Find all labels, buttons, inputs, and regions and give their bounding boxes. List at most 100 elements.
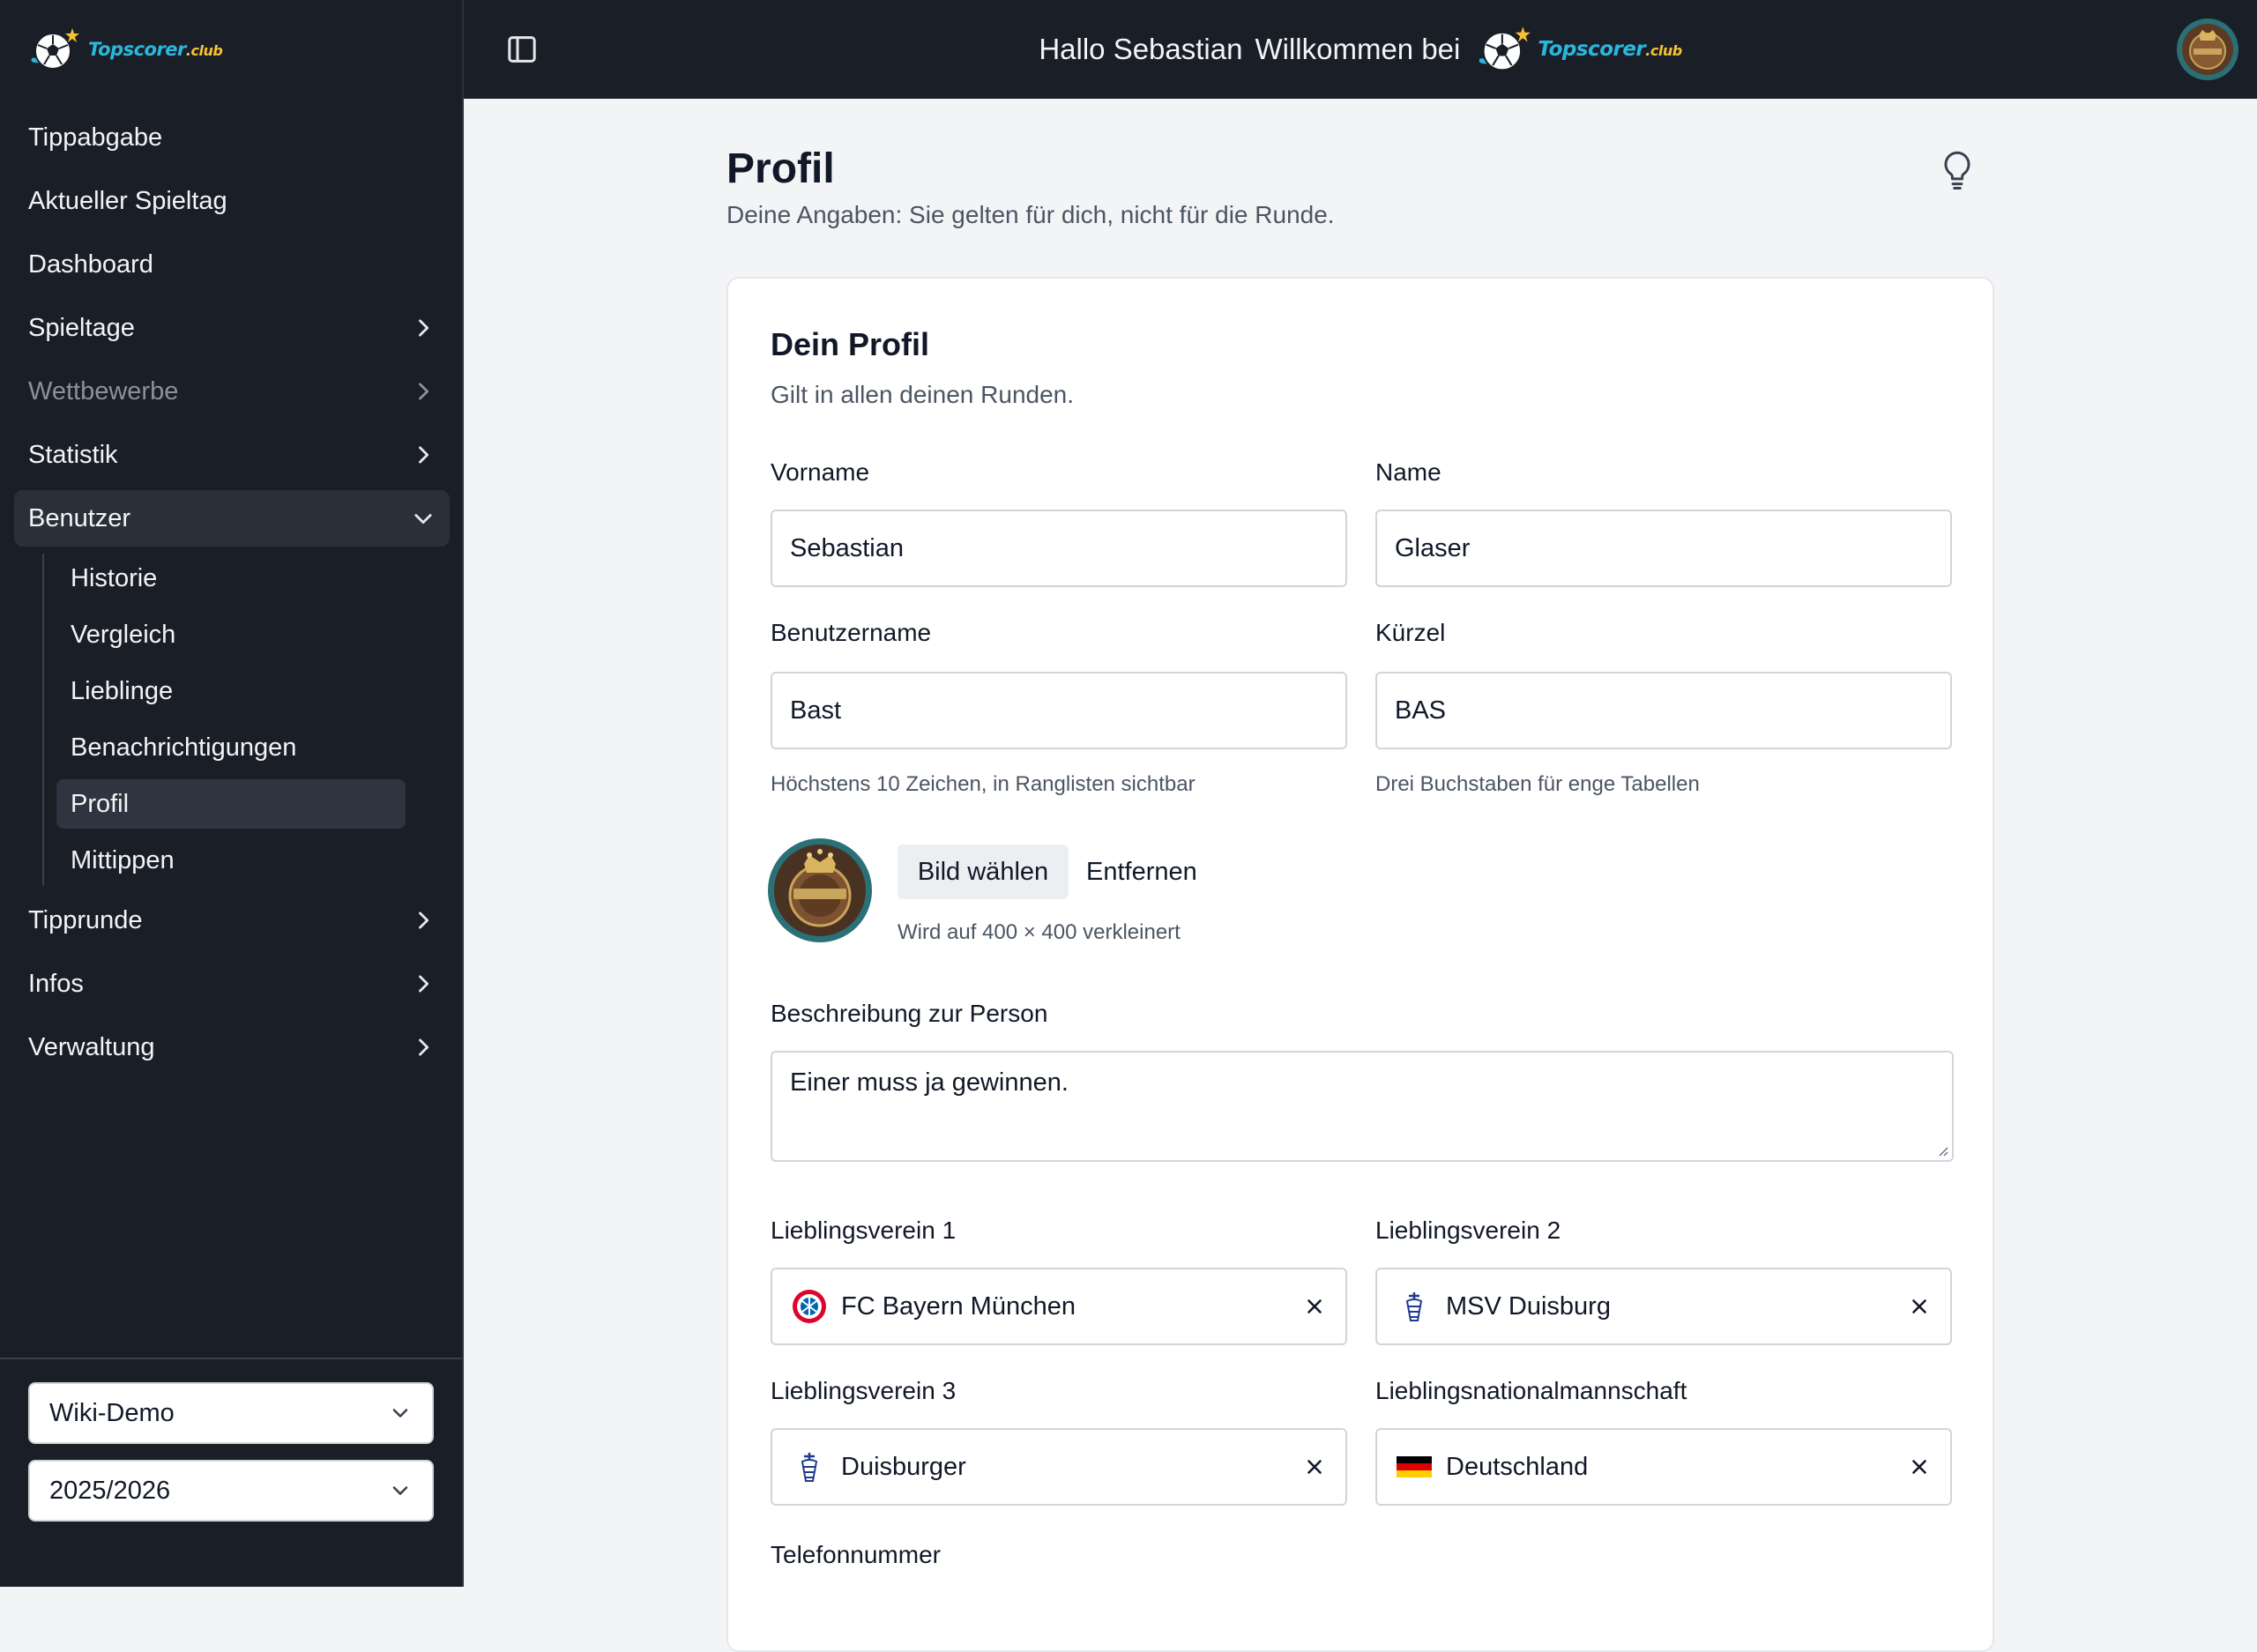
lastname-input[interactable]: Glaser (1375, 510, 1952, 587)
sidebar-item-benutzer[interactable]: Benutzer (14, 490, 450, 547)
sidebar-item-verwaltung[interactable]: Verwaltung (14, 1019, 450, 1075)
sidebar-subitem-vergleich[interactable]: Vergleich (56, 610, 406, 659)
club3-value: Duisburger (841, 1452, 966, 1481)
season-select[interactable]: 2025/2026 (28, 1460, 434, 1522)
clear-nation-icon[interactable] (1908, 1455, 1931, 1478)
sidebar-item-aktueller-spieltag[interactable]: Aktueller Spieltag (14, 173, 450, 229)
phone-label: Telefonnummer (771, 1541, 941, 1568)
welcome-text: Willkommen bei (1255, 33, 1461, 65)
sidebar-subnav-benutzer: Historie Vergleich Lieblinge Benachricht… (42, 554, 450, 885)
username-label: Benutzername (771, 619, 932, 646)
club1-value: FC Bayern München (841, 1291, 1076, 1321)
short-label: Kürzel (1375, 619, 1446, 646)
brand-logo[interactable]: Topscorer.club (28, 23, 223, 76)
lastname-label: Name (1375, 458, 1441, 486)
picture-hint: Wird auf 400 × 400 verkleinert (898, 920, 1181, 944)
main-content: Profil Deine Angaben: Sie gelten für dic… (464, 99, 2257, 1652)
username-hint: Höchstens 10 Zeichen, in Ranglisten sich… (771, 772, 1196, 796)
chevron-down-icon (392, 1409, 408, 1418)
sidebar-item-label: Infos (28, 969, 84, 998)
chevron-right-icon (419, 383, 429, 400)
sidebar-subitem-label: Benachrichtigungen (71, 733, 297, 762)
sidebar-item-infos[interactable]: Infos (14, 956, 450, 1012)
club3-label: Lieblingsverein 3 (771, 1377, 957, 1404)
topbar: Hallo Sebastian Willkommen bei Topscorer… (464, 0, 2257, 99)
club2-value: MSV Duisburg (1446, 1291, 1611, 1321)
sidebar-subitem-label: Mittippen (71, 845, 175, 874)
sidebar-item-label: Aktueller Spieltag (28, 186, 227, 215)
sidebar-subitem-profil[interactable]: Profil (56, 779, 406, 829)
topbar-logo: Topscorer.club (1476, 23, 1682, 76)
soccer-ball-icon (31, 28, 79, 70)
soccer-ball-icon (1479, 26, 1531, 71)
club2-select[interactable]: MSV Duisburg (1375, 1268, 1952, 1345)
sidebar-subitem-label: Vergleich (71, 620, 176, 649)
sidebar-item-label: Dashboard (28, 249, 153, 279)
greeting-text: Hallo Sebastian (1039, 33, 1243, 65)
nation-select[interactable]: Deutschland (1375, 1428, 1952, 1506)
sidebar-item-label: Statistik (28, 440, 118, 469)
sidebar-item-statistik[interactable]: Statistik (14, 427, 450, 483)
chevron-right-icon (419, 975, 429, 993)
sidebar-item-tippabgabe[interactable]: Tippabgabe (14, 109, 450, 166)
short-hint: Drei Buchstaben für enge Tabellen (1375, 772, 1700, 796)
sidebar-item-wettbewerbe[interactable]: Wettbewerbe (14, 363, 450, 420)
sidebar-subitem-label: Historie (71, 563, 158, 592)
clear-club1-icon[interactable] (1303, 1295, 1326, 1318)
round-select-value: Wiki-Demo (49, 1398, 175, 1427)
page-subtitle: Deine Angaben: Sie gelten für dich, nich… (726, 201, 1335, 228)
club3-select[interactable]: Duisburger (771, 1428, 1347, 1506)
card-title: Dein Profil (771, 326, 930, 362)
remove-picture-button[interactable]: Entfernen (1086, 845, 1197, 899)
card-subtitle: Gilt in allen deinen Runden. (771, 381, 1075, 408)
sidebar-item-label: Benutzer (28, 503, 131, 532)
sidebar: Topscorer.club Tippabgabe Aktueller Spie… (0, 0, 464, 1587)
chevron-down-icon (414, 514, 432, 525)
username-input[interactable]: Bast (771, 672, 1347, 749)
sidebar-item-tipprunde[interactable]: Tipprunde (14, 892, 450, 949)
choose-picture-button[interactable]: Bild wählen (898, 845, 1069, 899)
firstname-input[interactable]: Sebastian (771, 510, 1347, 587)
description-label: Beschreibung zur Person (771, 1000, 1048, 1027)
season-select-value: 2025/2026 (49, 1476, 171, 1505)
short-input[interactable]: BAS (1375, 672, 1952, 749)
brand-wordmark: Topscorer.club (88, 39, 223, 60)
nation-value: Deutschland (1446, 1452, 1589, 1481)
user-avatar[interactable] (2176, 18, 2239, 81)
sidebar-subitem-historie[interactable]: Historie (56, 554, 406, 603)
round-select[interactable]: Wiki-Demo (28, 1382, 434, 1444)
lightbulb-icon[interactable] (1940, 150, 1975, 190)
chevron-right-icon (419, 446, 429, 464)
msv-duisburg-crest-icon (1405, 1292, 1423, 1321)
sidebar-item-label: Wettbewerbe (28, 376, 179, 406)
chevron-right-icon (419, 1038, 429, 1056)
sidebar-item-dashboard[interactable]: Dashboard (14, 236, 450, 293)
chevron-right-icon (419, 319, 429, 337)
chevron-down-icon (392, 1486, 408, 1495)
description-text: Einer muss ja gewinnen. (790, 1068, 1069, 1097)
germany-flag-icon (1397, 1456, 1432, 1477)
club1-label: Lieblingsverein 1 (771, 1217, 957, 1244)
resize-handle-icon[interactable] (1934, 1142, 1948, 1157)
brand-wordmark: Topscorer.club (1538, 38, 1682, 61)
sidebar-footer: Wiki-Demo 2025/2026 (0, 1358, 462, 1537)
clear-club2-icon[interactable] (1908, 1295, 1931, 1318)
sidebar-item-label: Spieltage (28, 313, 135, 342)
club1-select[interactable]: FC Bayern München (771, 1268, 1347, 1345)
sidebar-subitem-lieblinge[interactable]: Lieblinge (56, 666, 406, 716)
description-textarea[interactable]: Einer muss ja gewinnen. (771, 1051, 1954, 1162)
clear-club3-icon[interactable] (1303, 1455, 1326, 1478)
sidebar-item-label: Verwaltung (28, 1032, 155, 1061)
sidebar-subitem-label: Profil (71, 789, 130, 818)
sidebar-subitem-benachrichtigungen[interactable]: Benachrichtigungen (56, 723, 406, 772)
sidebar-item-label: Tippabgabe (28, 123, 163, 152)
sidebar-subitem-label: Lieblinge (71, 676, 174, 705)
welcome-banner: Hallo Sebastian Willkommen bei Topscorer… (464, 0, 2257, 99)
club2-label: Lieblingsverein 2 (1375, 1217, 1561, 1244)
sidebar-subitem-mittippen[interactable]: Mittippen (56, 836, 406, 885)
chevron-right-icon (419, 912, 429, 929)
duisburger-crest-icon (801, 1453, 818, 1482)
firstname-label: Vorname (771, 458, 870, 486)
sidebar-item-spieltage[interactable]: Spieltage (14, 300, 450, 356)
page-title: Profil (726, 145, 835, 192)
